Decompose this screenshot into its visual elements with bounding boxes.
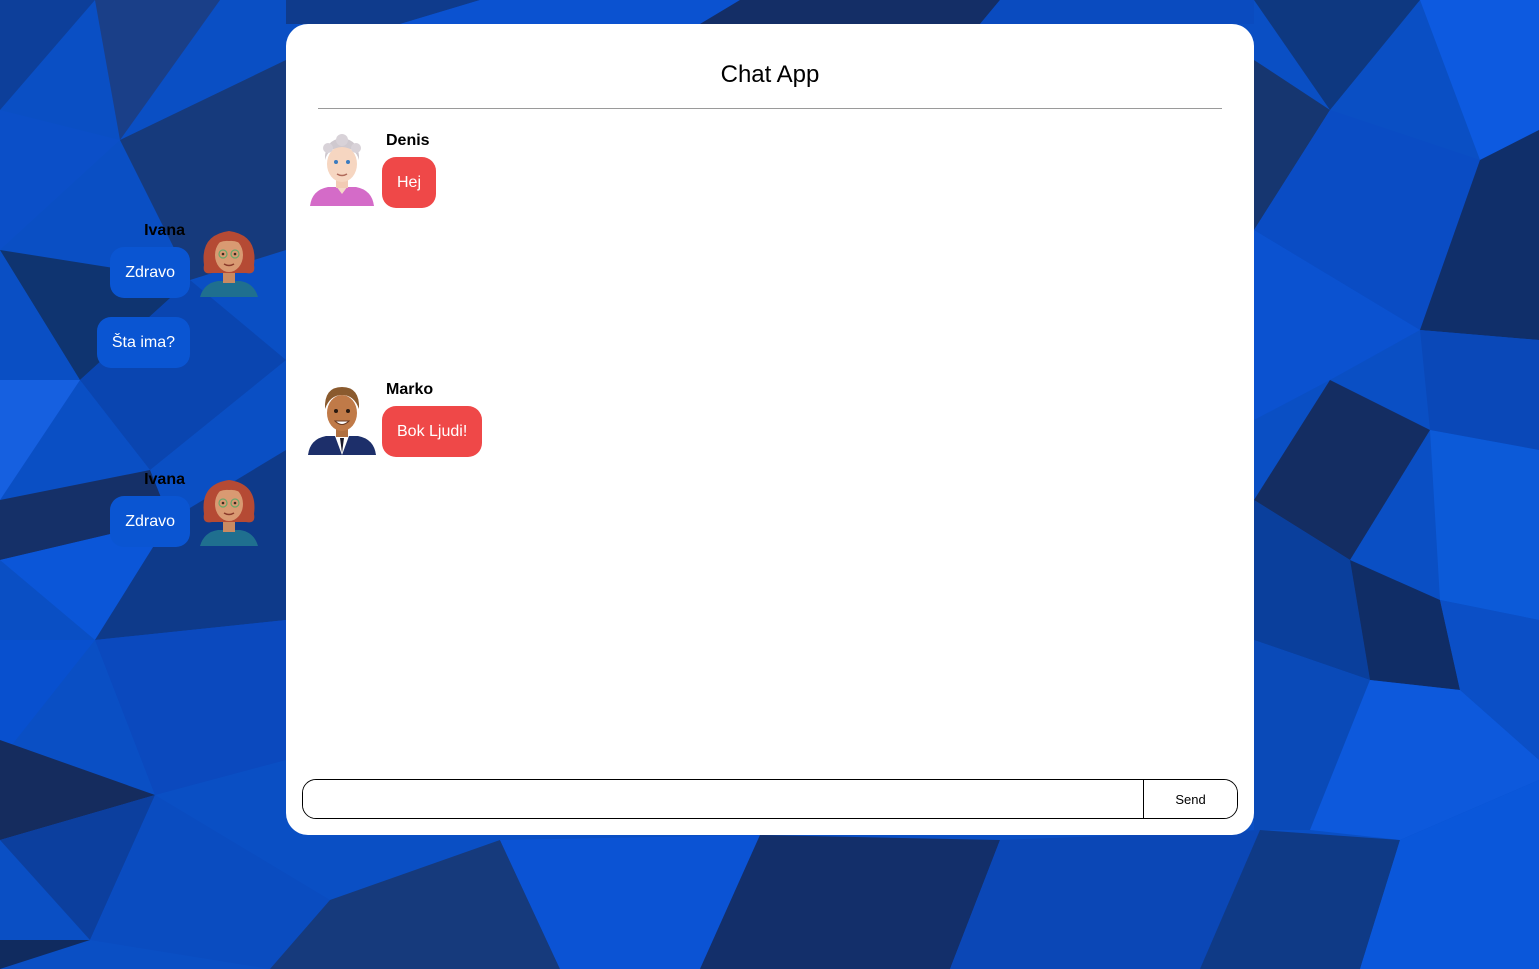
elderly-man-avatar [308,134,376,206]
page-title: Chat App [720,61,820,88]
message-sender: Marko [386,381,434,398]
red-haired-woman-avatar [198,225,260,297]
header-divider [318,108,1222,109]
message-list: Denis Hej Ivana Zdravo Šta ima? Marko Bo… [96,124,1254,764]
message-bubble: Zdravo [110,496,190,547]
businessman-avatar [308,383,376,455]
send-button[interactable]: Send [1143,780,1237,818]
message-sender: Denis [386,132,430,149]
message-bubble: Hej [382,157,437,208]
message-bubble: Bok Ljudi! [382,406,483,457]
message-bubble: Zdravo [110,247,190,298]
message-sender: Ivana [144,222,185,239]
chat-window: Chat App Denis Hej Ivana Zdravo Šta ima?… [96,24,1254,835]
message-input[interactable] [303,780,1143,818]
message-bubble: Šta ima? [96,317,190,368]
red-haired-woman-avatar [198,474,260,546]
message-composer: Send [302,779,1238,819]
message-sender: Ivana [144,471,185,488]
